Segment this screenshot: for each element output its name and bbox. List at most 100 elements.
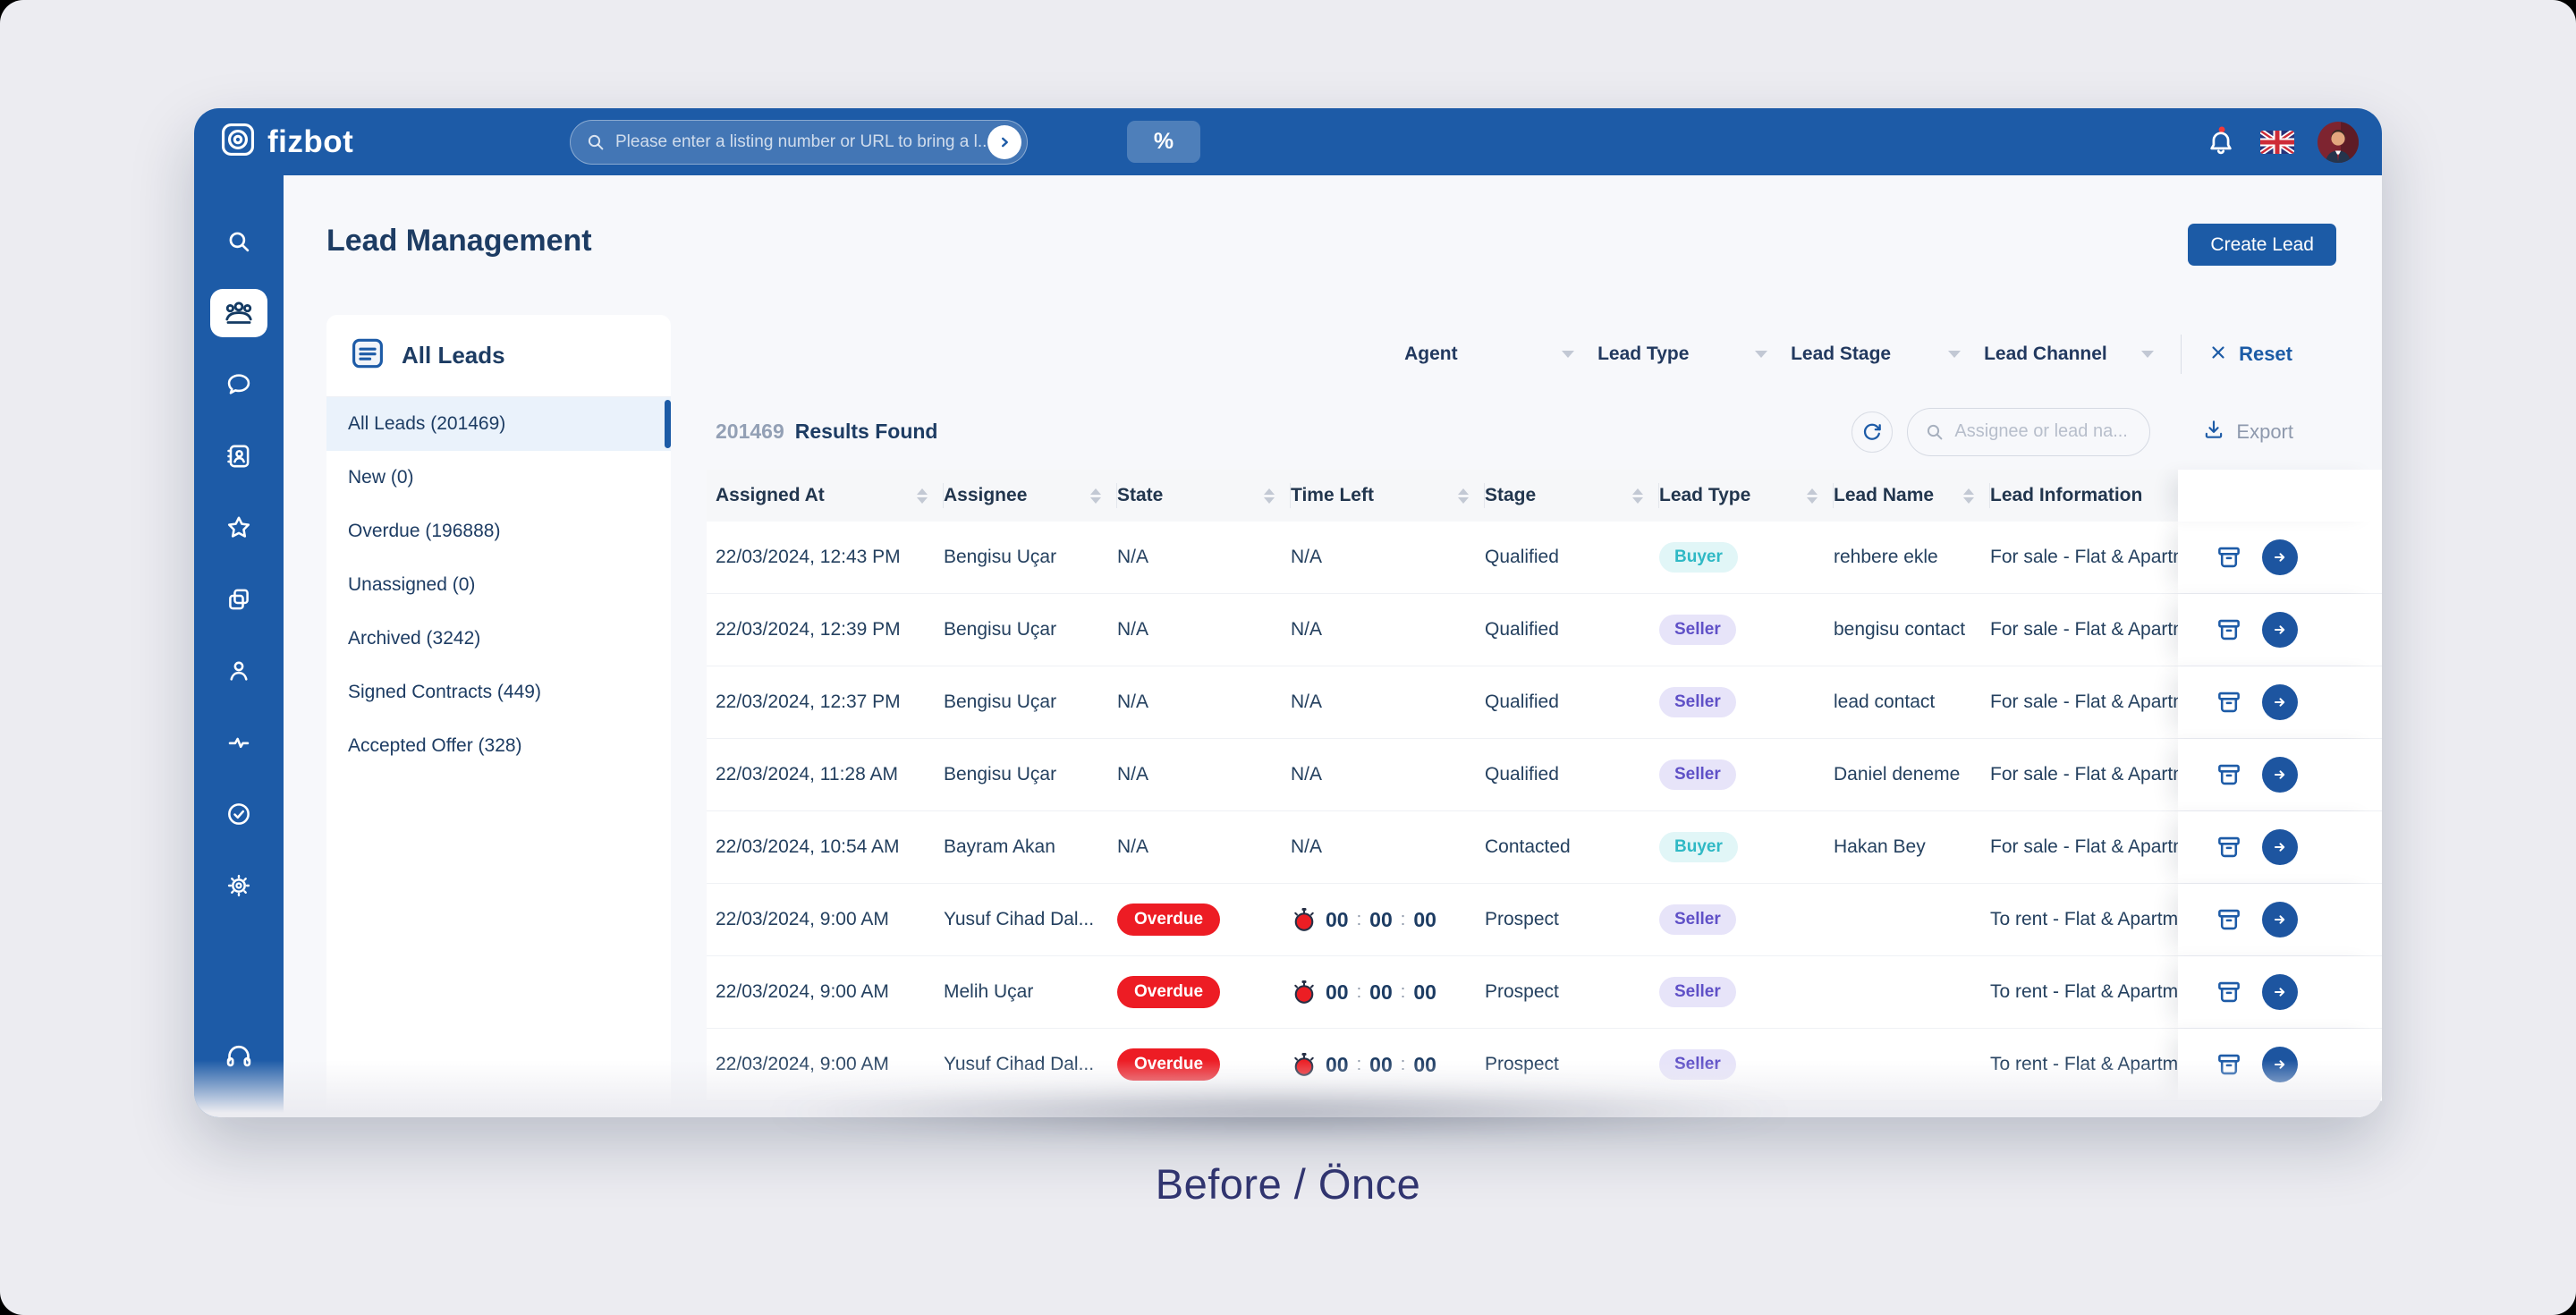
sidebar-item-listings[interactable] [210,564,267,635]
cell-actions [2178,1029,2382,1100]
refresh-button[interactable] [1852,411,1893,453]
percent-button[interactable]: % [1127,121,1200,163]
search-submit-button[interactable] [987,125,1021,159]
cell-lead-type: Seller [1659,977,1834,1007]
col-assignee[interactable]: Assignee [944,470,1117,522]
language-flag-uk[interactable] [2260,131,2294,154]
notification-bell-icon[interactable] [2205,126,2237,158]
lead-type-badge: Buyer [1659,542,1738,573]
table-row[interactable]: 22/03/2024, 9:00 AM Yusuf Cihad Dal... O… [707,884,2382,956]
user-avatar[interactable] [2318,122,2359,163]
open-lead-button[interactable] [2262,829,2298,865]
cell-stage: Prospect [1485,1054,1659,1075]
filter-lead-type-label: Lead Type [1597,344,1689,365]
archive-button[interactable] [2210,901,2248,938]
cell-stage: Prospect [1485,909,1659,930]
sidebar-item-favorites[interactable] [210,492,267,564]
stopwatch-icon [1291,979,1318,1005]
lead-type-badge: Seller [1659,977,1736,1007]
assignee-search-input[interactable] [1954,421,2133,442]
cell-lead-type: Seller [1659,904,1834,935]
cell-lead-info: For sale - Flat & Apartm... [1990,691,2178,713]
cell-actions [2178,884,2382,955]
leads-filter-all-leads[interactable]: All Leads (201469) [326,397,671,451]
col-lead-name[interactable]: Lead Name [1834,470,1990,522]
main-area: Lead Management Create Lead All Leads Al… [284,175,2382,1117]
col-lead-type[interactable]: Lead Type [1659,470,1834,522]
sidebar-item-contacts[interactable] [210,420,267,492]
archive-button[interactable] [2210,683,2248,721]
col-state[interactable]: State [1117,470,1291,522]
table-row[interactable]: 22/03/2024, 12:37 PM Bengisu Uçar N/A N/… [707,666,2382,739]
archive-button[interactable] [2210,1046,2248,1083]
table-row[interactable]: 22/03/2024, 10:54 AM Bayram Akan N/A N/A… [707,811,2382,884]
table-row[interactable]: 22/03/2024, 9:00 AM Melih Uçar Overdue 0… [707,956,2382,1029]
listing-search-input[interactable] [615,132,987,152]
filter-agent[interactable]: Agent [1404,344,1574,365]
copy-icon [225,585,253,614]
assignee-search-bar[interactable] [1907,408,2150,456]
sidebar-item-activity[interactable] [210,707,267,778]
listing-search-bar[interactable] [570,120,1028,165]
cell-state: Overdue [1117,904,1291,936]
leads-filter-signed-contracts[interactable]: Signed Contracts (449) [326,666,671,719]
table-row[interactable]: 22/03/2024, 12:43 PM Bengisu Uçar N/A N/… [707,522,2382,594]
leads-filter-new[interactable]: New (0) [326,451,671,505]
overdue-badge: Overdue [1117,904,1220,936]
lead-type-badge: Buyer [1659,832,1738,862]
col-lead-information[interactable]: Lead Information [1990,470,2178,522]
open-lead-button[interactable] [2262,902,2298,937]
open-lead-button[interactable] [2262,757,2298,793]
topbar-right [2205,108,2359,175]
chat-icon [225,370,253,399]
archive-button[interactable] [2210,973,2248,1011]
cell-assigned-at: 22/03/2024, 10:54 AM [707,836,944,858]
cell-state: N/A [1117,619,1291,641]
filter-lead-type[interactable]: Lead Type [1597,344,1767,365]
filter-lead-stage[interactable]: Lead Stage [1791,344,1961,365]
open-lead-button[interactable] [2262,974,2298,1010]
table-row[interactable]: 22/03/2024, 11:28 AM Bengisu Uçar N/A N/… [707,739,2382,811]
leads-filter-overdue[interactable]: Overdue (196888) [326,505,671,558]
sidebar-item-profile[interactable] [210,635,267,707]
topbar: fizbot % [194,108,2382,175]
open-lead-button[interactable] [2262,539,2298,575]
open-lead-button[interactable] [2262,1047,2298,1082]
sidebar-item-chat[interactable] [210,349,267,420]
table-row[interactable]: 22/03/2024, 12:39 PM Bengisu Uçar N/A N/… [707,594,2382,666]
archive-button[interactable] [2210,756,2248,793]
cell-stage: Qualified [1485,764,1659,785]
leads-filter-accepted-offer[interactable]: Accepted Offer (328) [326,719,671,773]
cell-assigned-at: 22/03/2024, 12:39 PM [707,619,944,641]
col-assigned-at[interactable]: Assigned At [707,470,944,522]
create-lead-button[interactable]: Create Lead [2188,224,2336,266]
col-stage[interactable]: Stage [1485,470,1659,522]
sidebar-item-search[interactable] [210,206,267,277]
export-button[interactable]: Export [2202,418,2293,445]
archive-button[interactable] [2210,828,2248,866]
open-lead-button[interactable] [2262,612,2298,648]
contacts-icon [225,442,253,471]
archive-button[interactable] [2210,539,2248,576]
sidebar-item-leads[interactable] [210,277,267,349]
open-lead-button[interactable] [2262,684,2298,720]
leads-filter-unassigned[interactable]: Unassigned (0) [326,558,671,612]
sidebar-item-tasks[interactable] [210,778,267,850]
cell-time-left: 00:00:00 [1291,979,1485,1005]
cell-stage: Qualified [1485,547,1659,568]
caption: Before / Önce [0,1159,2576,1209]
col-time-left[interactable]: Time Left [1291,470,1485,522]
reset-filters-button[interactable]: Reset [2208,343,2292,367]
cell-state: N/A [1117,836,1291,858]
archive-button[interactable] [2210,611,2248,649]
table-row[interactable]: 22/03/2024, 9:00 AM Yusuf Cihad Dal... O… [707,1029,2382,1101]
leads-filter-archived[interactable]: Archived (3242) [326,612,671,666]
sort-icon [1458,488,1469,504]
cell-lead-type: Buyer [1659,542,1834,573]
filter-lead-channel[interactable]: Lead Channel [1984,344,2154,365]
cell-lead-info: To rent - Flat & Apartmen [1990,981,2178,1003]
col-actions [2178,470,2382,522]
sidebar-item-support[interactable] [210,1021,267,1092]
sidebar-item-settings[interactable] [210,850,267,921]
countdown-timer: 00:00:00 [1291,979,1485,1005]
